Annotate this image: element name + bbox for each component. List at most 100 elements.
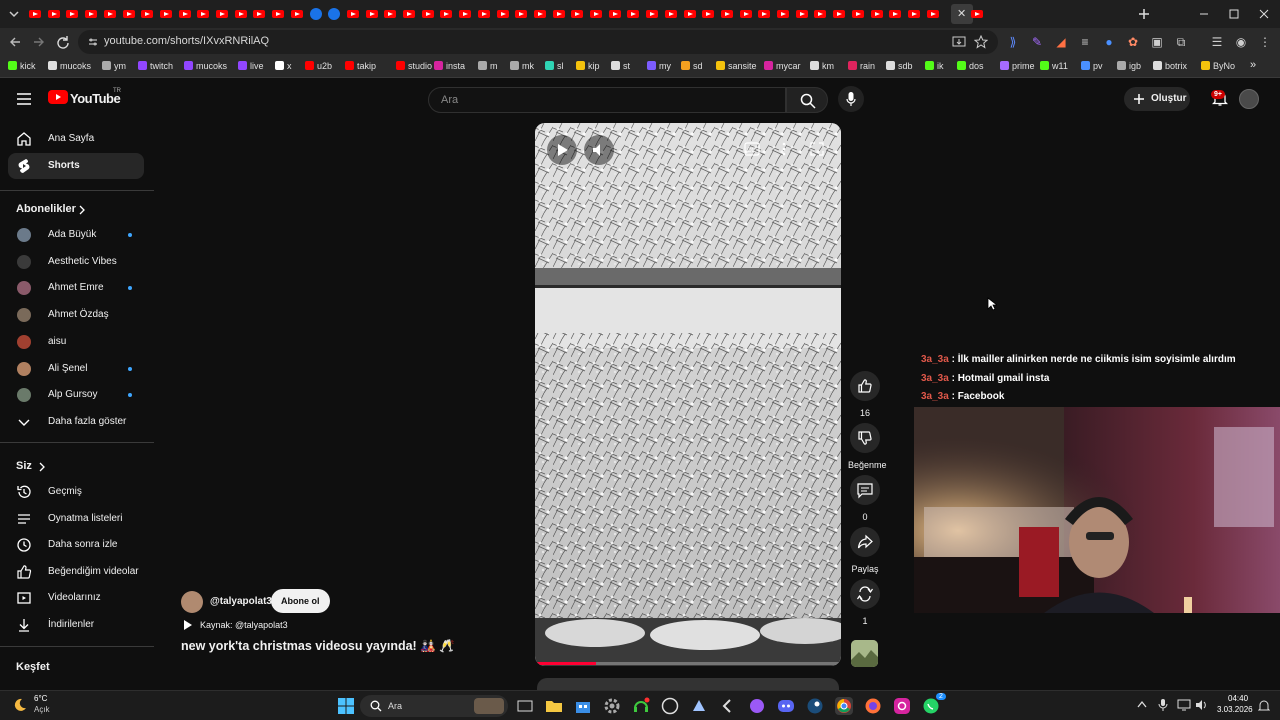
hamburger-menu-icon[interactable] (16, 92, 32, 106)
youtube-logo[interactable] (48, 90, 68, 104)
bookmark-kip[interactable]: kip (576, 61, 600, 71)
browser-tab[interactable] (850, 6, 866, 22)
short-video-player[interactable]: CC (535, 123, 841, 666)
weather-moon-icon[interactable] (12, 697, 28, 713)
bookmark-sdb[interactable]: sdb (886, 61, 913, 71)
subscription-item[interactable]: aisu (8, 329, 144, 355)
browser-tab[interactable] (83, 6, 99, 22)
share-button[interactable]: Paylaş (848, 527, 882, 574)
bookmark-studio[interactable]: studio (396, 61, 432, 71)
subscription-item[interactable]: Alp Gursoy (8, 382, 144, 408)
browser-tab[interactable] (513, 6, 529, 22)
bookmark-w11[interactable]: w11 (1040, 61, 1068, 71)
browser-tab[interactable] (214, 6, 230, 22)
tray-chevron-up-icon[interactable] (1137, 700, 1147, 708)
taskbar-search[interactable]: Ara (360, 695, 508, 717)
you-heading[interactable]: Siz (16, 460, 32, 472)
more-options-icon[interactable] (781, 142, 787, 156)
bookmark-mk[interactable]: mk (510, 61, 534, 71)
captions-icon[interactable]: CC (744, 142, 760, 156)
bookmark-star-icon[interactable] (974, 35, 988, 49)
channel-avatar[interactable] (181, 591, 203, 613)
bookmark-rain[interactable]: rain (848, 61, 875, 71)
browser-tab[interactable] (121, 6, 137, 22)
browser-tab[interactable] (738, 6, 754, 22)
bookmark-km[interactable]: km (810, 61, 834, 71)
show-more-button[interactable]: Daha fazla göster (8, 409, 144, 435)
channel-handle[interactable]: @talyapolat3 (210, 596, 272, 607)
subscription-item[interactable]: Ali Şenel (8, 356, 144, 382)
sidebar-item-playlists[interactable]: Oynatma listeleri (8, 506, 144, 532)
browser-tab[interactable] (906, 6, 922, 22)
task-view-icon[interactable] (516, 697, 534, 715)
create-button[interactable]: Oluştur (1124, 87, 1190, 111)
sidebar-item-home[interactable]: Ana Sayfa (8, 126, 144, 152)
bookmark-botrix[interactable]: botrix (1153, 61, 1187, 71)
browser-tab[interactable] (775, 6, 791, 22)
browser-tab[interactable] (158, 6, 174, 22)
bookmark-kick[interactable]: kick (8, 61, 36, 71)
sidebar-item-history[interactable]: Geçmiş (8, 479, 144, 505)
install-app-icon[interactable] (952, 35, 966, 49)
tray-mic-icon[interactable] (1158, 698, 1168, 712)
browser-tab[interactable] (812, 6, 828, 22)
bookmark-sl[interactable]: sl (545, 61, 564, 71)
extension-icon[interactable]: ● (1102, 35, 1116, 49)
discord-icon[interactable] (777, 697, 795, 715)
next-short-preview[interactable] (537, 678, 839, 690)
bookmark-ym[interactable]: ym (102, 61, 126, 71)
account-avatar[interactable] (1239, 89, 1259, 109)
bookmark-sansite[interactable]: sansite (716, 61, 757, 71)
browser-tab[interactable] (794, 6, 810, 22)
browser-tab[interactable] (607, 6, 623, 22)
site-info-icon[interactable] (87, 36, 99, 48)
subscription-item[interactable]: Ada Büyük (8, 222, 144, 248)
progress-track[interactable] (535, 662, 841, 665)
browser-tab[interactable] (588, 6, 604, 22)
github-icon[interactable] (661, 697, 679, 715)
firefox-icon[interactable] (864, 697, 882, 715)
close-tab-icon[interactable]: ✕ (955, 7, 969, 20)
bookmark-ik[interactable]: ik (925, 61, 944, 71)
browser-tab[interactable] (289, 6, 305, 22)
browser-tab[interactable] (438, 6, 454, 22)
windows-start-icon[interactable] (337, 697, 355, 715)
play-button[interactable] (547, 135, 577, 165)
source-link[interactable]: Kaynak: @talyapolat3 (200, 620, 288, 630)
subscription-item[interactable]: Ahmet Özdaş (8, 302, 144, 328)
more-bookmarks-icon[interactable]: » (1250, 59, 1256, 71)
browser-tab[interactable] (569, 6, 585, 22)
bookmark-m[interactable]: m (478, 61, 498, 71)
browser-tab[interactable] (700, 6, 716, 22)
browser-tab[interactable] (682, 6, 698, 22)
browser-tab[interactable] (457, 6, 473, 22)
browser-tab[interactable] (345, 6, 361, 22)
remix-button[interactable]: 1 (848, 579, 882, 626)
browser-tab[interactable] (476, 6, 492, 22)
bookmark-twitch[interactable]: twitch (138, 61, 173, 71)
network-icon[interactable] (1177, 699, 1191, 711)
minimize-button[interactable] (1196, 6, 1212, 22)
subscription-item[interactable]: Ahmet Emre (8, 275, 144, 301)
browser-tab[interactable] (177, 6, 193, 22)
dislike-button[interactable]: Beğenme (848, 423, 887, 470)
browser-tab[interactable] (644, 6, 660, 22)
browser-tab[interactable] (495, 6, 511, 22)
extension-icon[interactable]: ◢ (1054, 35, 1068, 49)
voice-search-button[interactable] (838, 86, 864, 112)
chevron-right-icon[interactable] (78, 205, 86, 215)
bookmark-mucoks[interactable]: mucoks (48, 61, 91, 71)
address-bar[interactable]: youtube.com/shorts/IXvxRNRilAQ (78, 30, 998, 54)
bookmark-mycar[interactable]: mycar (764, 61, 801, 71)
bookmark-live[interactable]: live (238, 61, 264, 71)
subscriptions-heading[interactable]: Abonelikler (16, 203, 76, 215)
bookmark-x[interactable]: x (275, 61, 292, 71)
app-icon[interactable] (690, 697, 708, 715)
browser-tab[interactable] (46, 6, 62, 22)
browser-tab[interactable] (925, 6, 941, 22)
extension-icon[interactable]: ✿ (1126, 35, 1140, 49)
browser-tab[interactable] (233, 6, 249, 22)
browser-tab[interactable] (195, 6, 211, 22)
browser-tab[interactable] (831, 6, 847, 22)
instagram-icon[interactable] (893, 697, 911, 715)
